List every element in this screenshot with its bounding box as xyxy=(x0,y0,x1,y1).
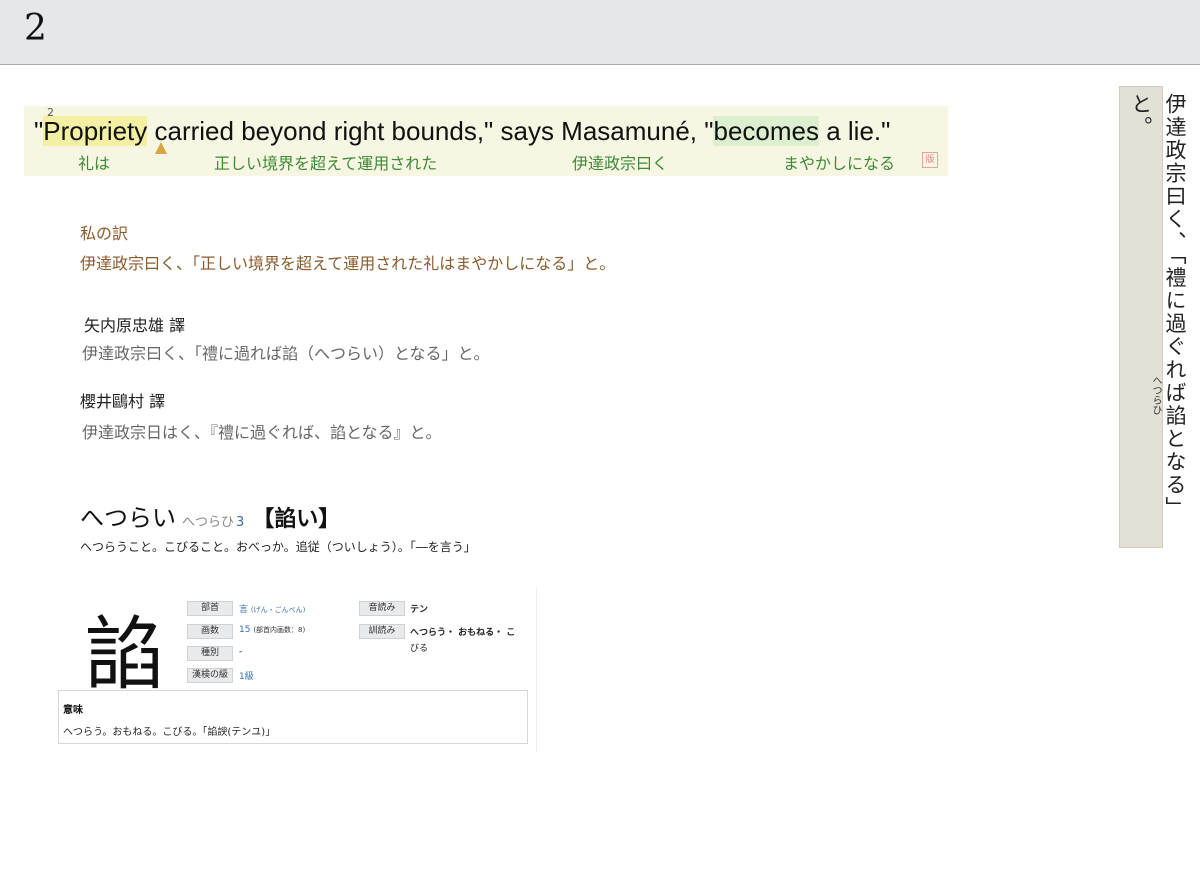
scan-ruby: へつらひ xyxy=(1150,375,1161,415)
kanken-value[interactable]: 1級 xyxy=(239,669,254,682)
kanken-label: 漢検の級 xyxy=(187,668,233,683)
gloss-4: まやかしになる xyxy=(783,154,896,173)
dict-reading: へつらひ xyxy=(182,515,235,530)
radical-char[interactable]: 言 xyxy=(239,605,248,615)
strokes-label: 画数 xyxy=(187,624,233,639)
dictionary-headword: へつらい へつらひ 3 【諂い】 xyxy=(80,498,340,533)
translator-1-text: 伊達政宗曰く、「禮に過れば諂（へつらい）となる」と。 xyxy=(82,344,490,363)
scan-vertical-text: 伊達政宗曰く、「禮に過ぐれば諂となる」と。 xyxy=(1129,93,1187,520)
radical-label: 部首 xyxy=(187,601,233,616)
sentence-middle: carried beyond right bounds," says Masam… xyxy=(147,116,714,146)
meaning-title: 意味 xyxy=(63,705,83,716)
meaning-text: へつらう。おもねる。こびる。「諂諛(テンユ)」 xyxy=(63,727,276,738)
stamp-icon: 版 xyxy=(922,152,938,168)
dict-kanji-form: 【諂い】 xyxy=(252,507,341,532)
translator-2-name: 櫻井鷗村 譯 xyxy=(80,392,166,411)
top-bar: 2 xyxy=(0,0,1200,65)
dict-sense-number: 3 xyxy=(236,515,245,530)
dict-definition: へつらうこと。こびること。おべっか。追従（ついしょう）。「―を言う」 xyxy=(80,540,476,554)
type-value: - xyxy=(239,647,243,657)
on-reading-label: 音読み xyxy=(359,601,405,616)
sentence-block: 2 "Propriety carried beyond right bounds… xyxy=(24,106,948,176)
gloss-3: 伊達政宗曰く xyxy=(572,154,669,173)
meaning-box: 意味 へつらう。おもねる。こびる。「諂諛(テンユ)」 xyxy=(58,690,528,744)
quote-open: " xyxy=(34,116,44,146)
insert-caret-icon xyxy=(155,142,167,154)
page-number: 2 xyxy=(24,8,47,49)
highlight-propriety[interactable]: Propriety xyxy=(43,116,148,146)
my-translation-title: 私の訳 xyxy=(80,224,129,243)
highlight-becomes[interactable]: becomes xyxy=(713,116,819,146)
gloss-2: 正しい境界を超えて運用された xyxy=(214,154,438,173)
kun-reading-value-cont: びる xyxy=(410,644,429,654)
translator-2-text: 伊達政宗日はく、『禮に過ぐれば、諂となる』と。 xyxy=(82,423,442,442)
gloss-1: 礼は xyxy=(78,154,111,173)
my-translation-text: 伊達政宗曰く、「正しい境界を超えて運用された礼はまやかしになる」と。 xyxy=(80,254,616,273)
type-label: 種別 xyxy=(187,646,233,661)
kanji-card: 諂 部首 言 (げん・ごんべん) 画数 15 (部首内画数：8) 種別 - 漢検… xyxy=(58,588,537,752)
on-reading-value: テン xyxy=(410,605,429,615)
dict-word: へつらい xyxy=(80,504,176,532)
original-text-scan: 伊達政宗曰く、「禮に過ぐれば諂となる」と。 へつらひ xyxy=(1119,86,1187,548)
sentence-end: a lie." xyxy=(818,116,891,146)
strokes-note: (部首内画数：8) xyxy=(253,626,306,634)
kun-reading-value: へつらう・ おもねる・ こ xyxy=(410,628,516,638)
translator-1-name: 矢内原忠雄 譯 xyxy=(84,316,186,335)
strokes-value[interactable]: 15 (部首内画数：8) xyxy=(239,625,305,635)
strokes-number[interactable]: 15 xyxy=(239,625,250,635)
big-kanji: 諂 xyxy=(84,608,164,701)
radical-note: (げん・ごんべん) xyxy=(250,606,306,614)
kun-reading-label: 訓読み xyxy=(359,624,405,639)
radical-value[interactable]: 言 (げん・ごんべん) xyxy=(239,602,305,615)
